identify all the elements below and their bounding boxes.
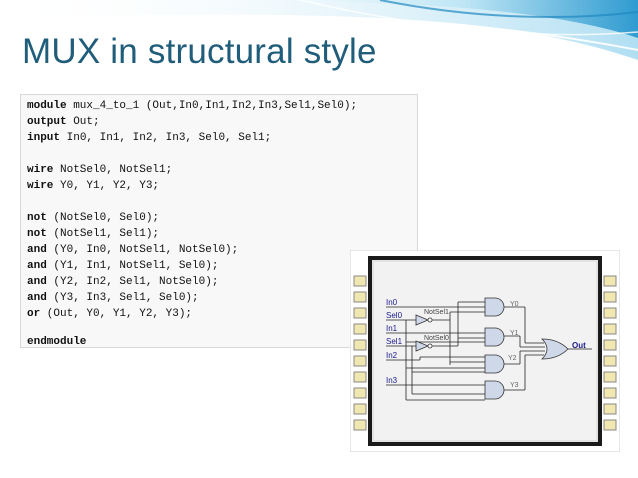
- and-gate-y1: [484, 327, 505, 347]
- code-keyword: output: [27, 116, 67, 128]
- code-keyword: endmodule: [27, 336, 87, 348]
- code-keyword: module: [27, 100, 67, 112]
- code-text: (Y3, In3, Sel1, Sel0);: [46, 292, 199, 304]
- code-text: (Y1, In1, NotSel1, Sel0);: [46, 260, 219, 272]
- code-keyword: or: [27, 308, 41, 320]
- code-line: output Out;: [27, 115, 100, 129]
- code-text: (NotSel0, Sel0);: [46, 212, 160, 224]
- code-text: (Y2, In2, Sel1, NotSel0);: [46, 276, 219, 288]
- code-keyword: input: [27, 132, 61, 144]
- input-label-in0: In0: [386, 298, 398, 307]
- inverter-label-notsel0: NotSel0: [424, 335, 449, 342]
- code-line: and (Y0, In0, NotSel1, NotSel0);: [27, 243, 238, 257]
- code-keyword: and: [27, 260, 47, 272]
- code-keyword: wire: [27, 180, 54, 192]
- input-label-sel0: Sel0: [386, 311, 403, 320]
- mux-schematic: In0 Sel0 In1 Sel1 In2 In3 NotSel1 NotSel…: [350, 250, 620, 452]
- slide-title: MUX in structural style: [22, 32, 377, 71]
- code-text: In0, In1, In2, In3, Sel0, Sel1;: [60, 132, 272, 144]
- code-line: not (NotSel0, Sel0);: [27, 211, 159, 225]
- input-label-in2: In2: [386, 351, 398, 360]
- code-line: wire Y0, Y1, Y2, Y3;: [27, 179, 159, 193]
- code-line: and (Y3, In3, Sel1, Sel0);: [27, 291, 199, 305]
- input-label-sel1: Sel1: [386, 337, 403, 346]
- gate-output-label-y1: Y1: [510, 330, 519, 337]
- code-line: or (Out, Y0, Y1, Y2, Y3);: [27, 307, 192, 321]
- code-keyword: and: [27, 292, 47, 304]
- code-keyword: and: [27, 276, 47, 288]
- code-keyword: wire: [27, 164, 54, 176]
- input-label-in1: In1: [386, 324, 398, 333]
- code-text: Y0, Y1, Y2, Y3;: [53, 180, 160, 192]
- and-gate-y3: [484, 380, 505, 400]
- code-keyword: not: [27, 228, 47, 240]
- code-keyword: and: [27, 244, 47, 256]
- code-text: (Out, Y0, Y1, Y2, Y3);: [40, 308, 193, 320]
- gate-output-label-y3: Y3: [510, 382, 519, 389]
- code-line: wire NotSel0, NotSel1;: [27, 163, 172, 177]
- code-text: (Y0, In0, NotSel1, NotSel0);: [46, 244, 239, 256]
- and-gate-y2: [484, 354, 505, 374]
- code-line: endmodule: [27, 335, 86, 349]
- code-text: (NotSel1, Sel1);: [46, 228, 160, 240]
- code-text: Out;: [66, 116, 100, 128]
- code-line: module mux_4_to_1 (Out,In0,In1,In2,In3,S…: [27, 99, 357, 113]
- inverter-label-notsel1: NotSel1: [424, 309, 449, 316]
- code-keyword: not: [27, 212, 47, 224]
- gate-output-label-y0: Y0: [510, 301, 519, 308]
- code-line: input In0, In1, In2, In3, Sel0, Sel1;: [27, 131, 271, 145]
- code-text: mux_4_to_1 (Out,In0,In1,In2,In3,Sel1,Sel…: [66, 100, 358, 112]
- code-line: and (Y2, In2, Sel1, NotSel0);: [27, 275, 218, 289]
- input-label-in3: In3: [386, 376, 398, 385]
- code-line: and (Y1, In1, NotSel1, Sel0);: [27, 259, 218, 273]
- code-text: NotSel0, NotSel1;: [53, 164, 173, 176]
- output-label-out: Out: [572, 341, 586, 350]
- code-line: not (NotSel1, Sel1);: [27, 227, 159, 241]
- and-gate-y0: [484, 297, 505, 317]
- gate-output-label-y2: Y2: [508, 355, 517, 362]
